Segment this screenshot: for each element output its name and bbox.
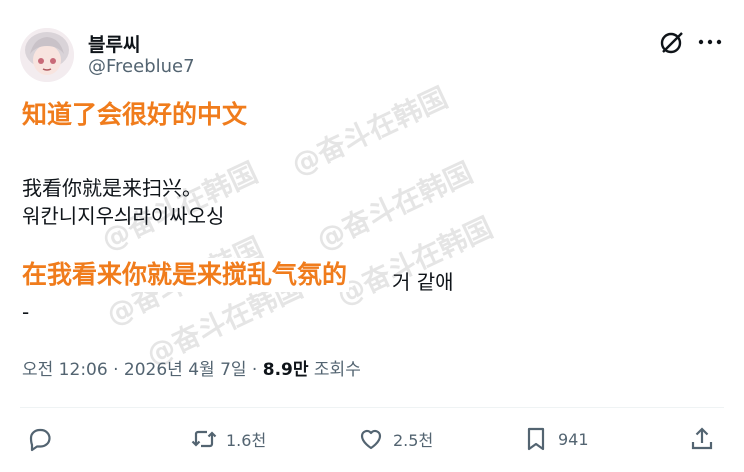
tweet-time[interactable]: 오전 12:06 xyxy=(22,360,108,380)
overlay-top-caption: 知道了会很好的中文 xyxy=(20,98,250,132)
watermark: @奋斗在韩国 xyxy=(286,80,453,182)
tweet-line-2: 워칸니지우싀라이싸오싱 xyxy=(22,204,225,228)
meta-separator: · xyxy=(246,360,263,380)
bookmark-button[interactable]: 941 xyxy=(522,424,589,454)
tweet-line-1: 我看你就是来扫兴。 xyxy=(22,176,202,200)
bookmark-icon xyxy=(527,427,545,451)
avatar[interactable] xyxy=(20,28,74,82)
watermark: @奋斗在韩国 xyxy=(311,155,478,257)
display-name[interactable]: 블루씨 xyxy=(88,30,140,57)
tweet-date[interactable]: 2026년 4월 7일 xyxy=(124,360,247,380)
view-label: 조회수 xyxy=(308,360,361,380)
view-count: 8.9만 xyxy=(262,360,309,380)
more-icon[interactable] xyxy=(698,38,722,46)
like-icon xyxy=(360,429,382,450)
like-button[interactable]: 2.5천 xyxy=(357,424,433,454)
tweet-meta: 오전 12:06 · 2026년 4월 7일 · 8.9만 조회수 xyxy=(22,355,361,380)
bookmark-count: 941 xyxy=(558,429,589,449)
avatar-image xyxy=(20,28,74,82)
tweet-line-tail: 거 같애 xyxy=(392,270,454,294)
tweet-line-3: - xyxy=(22,300,30,324)
like-count: 2.5천 xyxy=(393,431,434,450)
reply-icon xyxy=(29,428,51,452)
watermark: @奋斗在韩国 xyxy=(331,210,498,312)
meta-separator: · xyxy=(107,360,124,380)
grok-icon[interactable] xyxy=(658,28,686,56)
overlay-mid-caption: 在我看来你就是来搅乱气氛的 xyxy=(20,258,350,292)
retweet-icon xyxy=(191,430,217,448)
retweet-count: 1.6천 xyxy=(226,431,267,450)
retweet-button[interactable]: 1.6천 xyxy=(190,424,266,454)
reply-button[interactable] xyxy=(26,424,62,454)
share-icon xyxy=(691,427,713,450)
share-button[interactable] xyxy=(688,424,716,454)
divider xyxy=(20,407,724,408)
user-handle[interactable]: @Freeblue7 xyxy=(88,56,195,77)
